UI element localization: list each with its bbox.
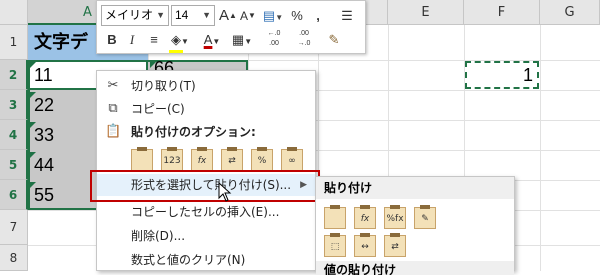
fill-color-icon[interactable]: ◈▼ bbox=[167, 29, 193, 51]
select-all-corner[interactable] bbox=[0, 0, 28, 25]
paste-transpose-icon[interactable]: ⇄ bbox=[384, 233, 406, 257]
paste-icon[interactable] bbox=[324, 205, 346, 229]
paste-icon[interactable] bbox=[131, 147, 153, 171]
cell-a4[interactable]: 33 bbox=[30, 121, 54, 149]
number-format-icon[interactable]: ▤▼ bbox=[260, 5, 286, 27]
shrink-font-button[interactable]: A▼ bbox=[239, 5, 257, 27]
menu-item-delete[interactable]: 削除(D)... bbox=[97, 225, 315, 247]
row-header-3[interactable]: 3 bbox=[0, 90, 28, 120]
font-name-box[interactable]: メイリオ ▼ bbox=[101, 5, 169, 26]
row-header-8[interactable]: 8 bbox=[0, 245, 28, 271]
borders-icon[interactable]: ▦▼ bbox=[229, 29, 255, 51]
menu-item-copy[interactable]: ⧉ コピー(C) bbox=[97, 98, 315, 120]
row-header-5[interactable]: 5 bbox=[0, 150, 28, 180]
col-header-g[interactable]: G bbox=[540, 0, 600, 25]
font-size-box[interactable]: 14 ▼ bbox=[171, 5, 215, 26]
submenu-paste-header: 貼り付け bbox=[316, 177, 514, 199]
grow-font-label: A bbox=[219, 7, 230, 24]
paste-column-widths-icon[interactable]: ↔ bbox=[354, 233, 376, 257]
menu-item-clear-contents-label: 数式と値のクリア(N) bbox=[131, 253, 246, 267]
format-painter-icon[interactable]: ✎ bbox=[323, 29, 345, 51]
format-cells-icon[interactable]: ☰ bbox=[335, 5, 359, 27]
grow-font-button[interactable]: A▲ bbox=[219, 5, 237, 27]
col-header-f[interactable]: F bbox=[464, 0, 540, 25]
cell-a1[interactable]: 文字デ bbox=[30, 27, 88, 57]
row-header-6[interactable]: 6 bbox=[0, 180, 28, 210]
col-header-e[interactable]: E bbox=[388, 0, 464, 25]
cell-a5[interactable]: 44 bbox=[30, 151, 54, 179]
row-header-7[interactable]: 7 bbox=[0, 210, 28, 245]
paste-special-submenu: 貼り付け fx %fx ✎ ⬚ ↔ ⇄ 値の貼り付け bbox=[315, 176, 515, 275]
cell-a6[interactable]: 55 bbox=[30, 181, 54, 209]
paste-formatting-icon[interactable]: % bbox=[251, 147, 273, 171]
highlight-box bbox=[90, 170, 320, 202]
menu-item-cut[interactable]: ✂ 切り取り(T) bbox=[97, 75, 315, 97]
scissors-icon: ✂ bbox=[107, 78, 119, 93]
paste-transpose-icon[interactable]: ⇄ bbox=[221, 147, 243, 171]
menu-item-delete-label: 削除(D)... bbox=[131, 229, 186, 243]
font-size-value: 14 bbox=[175, 8, 189, 22]
copy-icon: ⧉ bbox=[108, 101, 118, 116]
menu-item-insert-copied-label: コピーしたセルの挿入(E)... bbox=[131, 205, 280, 219]
shrink-font-label: A bbox=[240, 9, 249, 23]
menu-item-copy-label: コピー(C) bbox=[131, 102, 185, 116]
paste-options-header: 📋 貼り付けのオプション: bbox=[97, 121, 315, 143]
chevron-down-icon: ▼ bbox=[202, 10, 211, 20]
decrease-decimal-button[interactable]: .00 →.0 bbox=[291, 29, 317, 51]
row-header-2[interactable]: 2 bbox=[0, 60, 28, 90]
paste-link-icon[interactable]: ∞ bbox=[281, 147, 303, 171]
paste-values-icon[interactable]: 123 bbox=[161, 147, 183, 171]
font-color-button[interactable]: A▼ bbox=[199, 29, 225, 51]
row-header-1[interactable]: 1 bbox=[0, 25, 28, 60]
paste-formulas-number-format-icon[interactable]: %fx bbox=[384, 205, 406, 229]
paste-formulas-icon[interactable]: fx bbox=[354, 205, 376, 229]
mini-toolbar: メイリオ ▼ 14 ▼ A▲ A▼ ▤▼ % , ☰ B I ≡ ◈▼ A▼ ▦… bbox=[96, 0, 366, 54]
fill-color-swatch bbox=[169, 50, 183, 53]
increase-decimal-button[interactable]: ←.0 .00 bbox=[261, 29, 287, 51]
font-name-value: メイリオ bbox=[105, 8, 154, 22]
comma-button[interactable]: , bbox=[309, 5, 327, 27]
menu-item-clear-contents[interactable]: 数式と値のクリア(N) bbox=[97, 249, 315, 271]
chevron-down-icon: ▼ bbox=[156, 10, 165, 20]
cell-f2[interactable]: 1 bbox=[465, 61, 533, 89]
align-center-icon[interactable]: ≡ bbox=[145, 29, 163, 51]
cell-a2[interactable]: 11 bbox=[30, 61, 53, 89]
menu-item-cut-label: 切り取り(T) bbox=[131, 79, 196, 93]
paste-options-label: 貼り付けのオプション: bbox=[131, 125, 256, 139]
bold-button[interactable]: B bbox=[103, 29, 121, 51]
paste-formulas-icon[interactable]: fx bbox=[191, 147, 213, 171]
mouse-cursor-icon bbox=[218, 182, 232, 202]
paste-no-borders-icon[interactable]: ⬚ bbox=[324, 233, 346, 257]
menu-item-insert-copied[interactable]: コピーしたセルの挿入(E)... bbox=[97, 201, 315, 223]
paste-icon: 📋 bbox=[105, 124, 122, 139]
italic-button[interactable]: I bbox=[123, 29, 141, 51]
cell-a3[interactable]: 22 bbox=[30, 91, 54, 119]
row-header-4[interactable]: 4 bbox=[0, 120, 28, 150]
paste-keep-source-format-icon[interactable]: ✎ bbox=[414, 205, 436, 229]
submenu-values-header: 値の貼り付け bbox=[316, 261, 514, 275]
percent-button[interactable]: % bbox=[288, 5, 306, 27]
